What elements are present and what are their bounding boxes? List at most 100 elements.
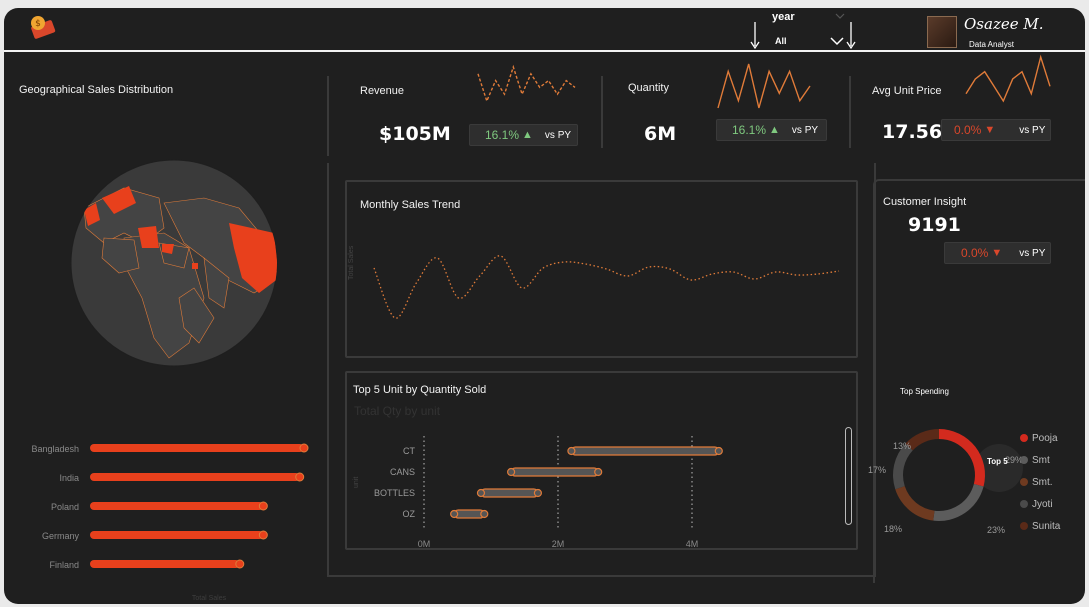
country-bar-end: [235, 559, 245, 569]
top5-range-bar: [570, 446, 720, 456]
legend-item[interactable]: Jyoti: [1020, 493, 1060, 515]
legend-item[interactable]: Pooja: [1020, 427, 1060, 449]
svg-text:$: $: [35, 19, 41, 29]
author-role: Data Analyst: [969, 40, 1014, 49]
top5-x-tick: 2M: [552, 539, 565, 548]
legend-label: Smt.: [1032, 476, 1053, 488]
legend-label: Jyoti: [1032, 498, 1053, 510]
country-bar: [90, 444, 304, 452]
top5-x-tick: 4M: [686, 539, 699, 548]
top5-category-label: CANS: [390, 467, 415, 477]
legend-dot-icon: [1020, 500, 1028, 508]
quantity-label: Quantity: [628, 82, 669, 94]
top5-category-label: BOTTLES: [374, 488, 415, 498]
avg-price-delta: 0.0%: [954, 123, 982, 137]
kpi-divider: [601, 76, 603, 148]
country-label: India: [59, 473, 79, 483]
chevron-down-icon[interactable]: [835, 12, 845, 20]
top5-range-end: [714, 446, 723, 456]
country-bar-end: [258, 530, 268, 540]
spending-legend: Pooja Smt Smt. Jyoti Sunita: [1020, 427, 1060, 537]
legend-label: Sunita: [1032, 520, 1061, 532]
country-label: Poland: [51, 502, 79, 512]
legend-item[interactable]: Sunita: [1020, 515, 1060, 537]
donut-slice: [939, 429, 985, 487]
year-dropdown-chevron-icon[interactable]: [830, 36, 844, 46]
money-logo-icon: $: [31, 16, 56, 39]
donut-center-label: Top 5: [987, 457, 1008, 466]
monthly-trend-line: [373, 255, 840, 319]
revenue-value: $105M: [379, 123, 451, 145]
revenue-delta: 16.1%: [485, 128, 520, 142]
top5-range-end: [594, 467, 603, 477]
year-filter-value[interactable]: All: [775, 36, 787, 46]
top5-range-start: [450, 509, 459, 519]
header-divider: [4, 50, 1085, 52]
avatar: [927, 16, 957, 48]
revenue-delta-badge: 16.1% ▲ vs PY: [469, 124, 578, 146]
legend-item[interactable]: Smt: [1020, 449, 1060, 471]
country-bar-end: [258, 501, 268, 511]
top5-x-tick: 0M: [418, 539, 431, 548]
revenue-sparkline-line: [477, 64, 576, 103]
top5-title: Top 5 Unit by Quantity Sold: [353, 384, 487, 396]
quantity-vs: vs PY: [791, 124, 819, 136]
country-bar: [90, 560, 240, 568]
country-bar-chart: Bangladesh India Poland Germany Finland Total…: [31, 443, 309, 602]
top5-range-end: [533, 488, 542, 498]
donut-data-label: 18%: [884, 524, 902, 534]
country-bar: [90, 502, 264, 510]
arrow-down-icon: [750, 22, 760, 50]
country-label: Bangladesh: [31, 444, 79, 454]
quantity-delta: 16.1%: [732, 123, 767, 137]
year-filter-label: year: [772, 11, 795, 23]
dashboard-frame: $ year All Osazee M. Data Analyst Geogra…: [4, 8, 1085, 604]
legend-item[interactable]: Smt.: [1020, 471, 1060, 493]
triangle-up-icon: ▲: [769, 124, 780, 136]
legend-dot-icon: [1020, 434, 1028, 442]
top5-range-end: [480, 509, 489, 519]
customer-title: Customer Insight: [883, 196, 967, 208]
top5-range-start: [507, 467, 516, 477]
top5-range-start: [476, 488, 486, 498]
top5-range-bar: [510, 467, 599, 477]
revenue-label: Revenue: [360, 85, 405, 97]
triangle-down-icon: ▼: [984, 124, 996, 136]
top5-scrollbar[interactable]: [845, 427, 852, 525]
country-label: Germany: [42, 531, 80, 541]
legend-dot-icon: [1020, 478, 1028, 486]
country-bar-end: [295, 472, 305, 482]
avg-price-sparkline-line: [965, 54, 1051, 103]
spending-title: Top Spending: [900, 387, 949, 396]
legend-dot-icon: [1020, 456, 1028, 464]
revenue-sparkline: [477, 64, 576, 103]
donut-data-label: 23%: [987, 525, 1005, 535]
avg-price-sparkline: [965, 54, 1051, 103]
monthly-trend-chart: [373, 255, 840, 319]
legend-label: Smt: [1032, 454, 1050, 466]
quantity-sparkline-line: [717, 63, 811, 109]
trend-axis-label: Total Sales: [348, 245, 355, 280]
donut-data-label: 13%: [893, 441, 911, 451]
customer-delta: 0.0%: [961, 246, 989, 260]
country-bar: [90, 473, 300, 481]
avg-price-delta-badge: 0.0% ▼ vs PY: [941, 119, 1051, 141]
top5-range-bar: [480, 488, 539, 498]
avg-price-vs: vs PY: [1019, 124, 1046, 136]
legend-dot-icon: [1020, 522, 1028, 530]
top5-category-label: OZ: [403, 509, 416, 519]
top5-range-bar: [453, 509, 485, 519]
customer-vs: vs PY: [1019, 247, 1046, 259]
top5-category-label: CT: [403, 446, 415, 456]
kpi-divider: [849, 76, 851, 148]
country-axis-label: Total Sales: [192, 595, 227, 602]
arrow-down-icon: [846, 22, 856, 50]
quantity-sparkline: [717, 63, 811, 109]
donut-slice: [933, 483, 984, 521]
country-bar-end: [299, 443, 309, 453]
revenue-vs: vs PY: [544, 129, 572, 141]
country-bar: [90, 531, 264, 539]
customer-delta-badge: 0.0% ▼ vs PY: [944, 242, 1051, 264]
avg-price-value: 17.56: [882, 121, 943, 143]
globe-map[interactable]: [64, 148, 284, 378]
